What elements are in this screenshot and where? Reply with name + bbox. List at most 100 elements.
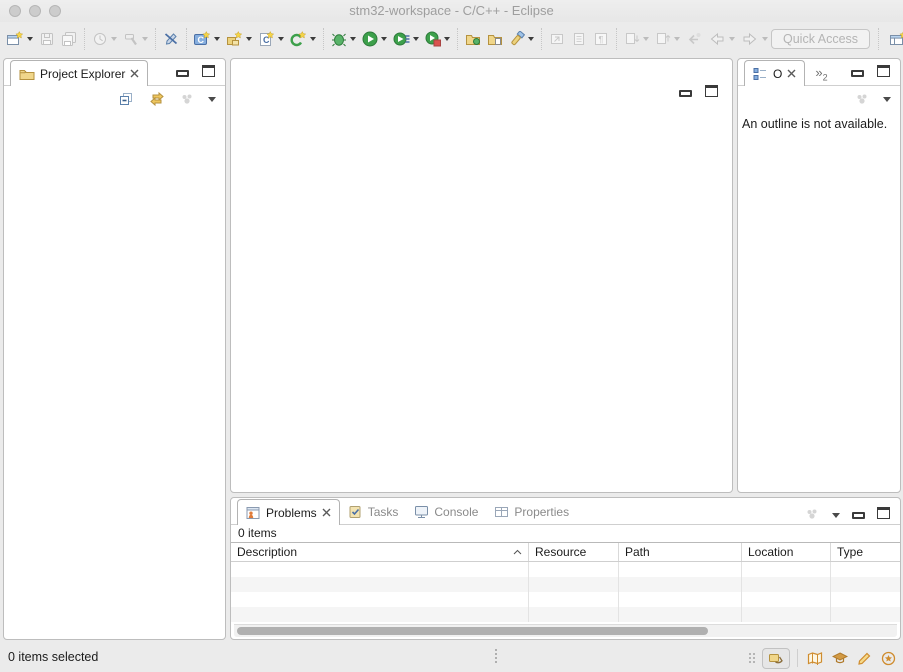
link-with-editor-button[interactable] bbox=[148, 90, 166, 108]
window-arrow-icon bbox=[549, 31, 565, 47]
run-button[interactable] bbox=[360, 29, 389, 49]
open-element-button[interactable] bbox=[463, 29, 483, 49]
statusbar-right-grip[interactable] bbox=[749, 653, 755, 663]
map-button[interactable] bbox=[806, 650, 824, 667]
new-makefile-project-icon bbox=[226, 31, 243, 47]
outline-panel: O »2 An outline is not available. bbox=[737, 58, 901, 493]
close-tab-icon[interactable] bbox=[322, 508, 331, 517]
open-resource-button[interactable] bbox=[485, 29, 505, 49]
new-wizard-button[interactable] bbox=[5, 29, 35, 49]
window-arrow-button bbox=[547, 29, 567, 49]
svg-text:¶: ¶ bbox=[599, 35, 604, 45]
open-element-icon bbox=[465, 31, 481, 47]
pencil-slash-button[interactable] bbox=[161, 29, 181, 49]
tab-problems[interactable]: Problems bbox=[237, 499, 340, 525]
tab-outline[interactable]: O bbox=[744, 60, 805, 86]
tab-console[interactable]: Console bbox=[406, 499, 486, 524]
external-tools-button[interactable] bbox=[423, 29, 452, 49]
horizontal-scrollbar-thumb[interactable] bbox=[237, 627, 708, 635]
pilcrow-icon: ¶ bbox=[593, 31, 609, 47]
debug-button[interactable] bbox=[329, 29, 358, 49]
collapse-all-button[interactable] bbox=[117, 90, 135, 108]
quick-access-input[interactable]: Quick Access bbox=[771, 29, 870, 49]
previous-annotation-icon bbox=[655, 31, 671, 47]
toolbar-separator bbox=[155, 28, 156, 50]
minimize-editor-button[interactable] bbox=[679, 90, 692, 97]
tab-tasks[interactable]: Tasks bbox=[340, 499, 407, 524]
save-button bbox=[37, 29, 57, 49]
hand-tag-button[interactable] bbox=[762, 648, 790, 669]
column-header-resource[interactable]: Resource bbox=[529, 543, 619, 561]
tasks-icon bbox=[348, 505, 363, 519]
project-explorer-panel: Project Explorer bbox=[3, 58, 226, 640]
filters-dots-icon bbox=[804, 506, 820, 522]
outline-icon bbox=[753, 67, 768, 81]
profile-button[interactable] bbox=[391, 29, 421, 49]
outline-tabrow: O »2 bbox=[738, 59, 900, 86]
save-all-button bbox=[59, 29, 79, 49]
search-flashlight-icon bbox=[509, 31, 525, 47]
table-row bbox=[231, 577, 900, 592]
close-tab-icon[interactable] bbox=[787, 69, 796, 78]
outline-toolbar bbox=[738, 86, 900, 112]
minimize-view-button[interactable] bbox=[852, 512, 865, 519]
minimize-view-button[interactable] bbox=[176, 70, 189, 77]
dropdown-caret bbox=[27, 37, 33, 41]
minimize-view-button[interactable] bbox=[851, 70, 864, 77]
external-tools-icon bbox=[425, 31, 441, 47]
problems-table-body bbox=[231, 562, 900, 622]
maximize-view-button[interactable] bbox=[202, 65, 215, 77]
next-annotation-icon bbox=[624, 31, 640, 47]
new-c-project-button[interactable]: C bbox=[192, 29, 222, 49]
save-all-icon bbox=[61, 31, 77, 47]
maximize-view-button[interactable] bbox=[877, 65, 890, 77]
dropdown-caret bbox=[729, 37, 735, 41]
column-header-path[interactable]: Path bbox=[619, 543, 742, 561]
graduation-cap-button[interactable] bbox=[831, 650, 849, 667]
table-row bbox=[231, 592, 900, 607]
view-menu-button[interactable] bbox=[883, 97, 891, 102]
column-header-location[interactable]: Location bbox=[742, 543, 831, 561]
last-edit-location-button bbox=[684, 29, 704, 49]
tab-project-explorer[interactable]: Project Explorer bbox=[10, 60, 148, 86]
project-explorer-toolbar bbox=[4, 86, 225, 112]
back-arrow-icon bbox=[708, 31, 726, 47]
new-makefile-project-button[interactable] bbox=[224, 29, 254, 49]
new-c-source-file-button[interactable]: C bbox=[256, 29, 286, 49]
new-class-button[interactable] bbox=[288, 29, 318, 49]
hidden-tabs-chevron[interactable]: »2 bbox=[815, 65, 827, 83]
open-resource-icon bbox=[487, 31, 503, 47]
window-title: stm32-workspace - C/C++ - Eclipse bbox=[0, 0, 903, 22]
column-header-description[interactable]: Description bbox=[231, 543, 529, 561]
view-menu-button[interactable] bbox=[832, 513, 840, 518]
filters-dots-icon bbox=[854, 91, 870, 107]
project-explorer-tabrow: Project Explorer bbox=[4, 59, 225, 86]
toolbar-separator bbox=[457, 28, 458, 50]
dropdown-caret bbox=[444, 37, 450, 41]
dropdown-caret bbox=[278, 37, 284, 41]
search-button[interactable] bbox=[507, 29, 536, 49]
pencil-button[interactable] bbox=[856, 650, 873, 667]
toolbar-separator bbox=[323, 28, 324, 50]
filters-dots-icon bbox=[179, 91, 195, 107]
column-header-type[interactable]: Type bbox=[831, 543, 900, 561]
project-explorer-body[interactable] bbox=[4, 112, 225, 632]
previous-annotation-button bbox=[653, 29, 682, 49]
dropdown-caret bbox=[674, 37, 680, 41]
horizontal-scrollbar[interactable] bbox=[234, 624, 897, 637]
view-menu-button[interactable] bbox=[208, 97, 216, 102]
new-c-source-file-icon: C bbox=[258, 31, 275, 47]
dropdown-caret bbox=[214, 37, 220, 41]
maximize-editor-button[interactable] bbox=[705, 85, 718, 97]
circle-star-button[interactable] bbox=[880, 650, 897, 667]
tab-properties[interactable]: Properties bbox=[486, 499, 577, 524]
editor-area-panel[interactable] bbox=[230, 58, 733, 493]
close-tab-icon[interactable] bbox=[130, 69, 139, 78]
problems-summary: 0 items bbox=[231, 525, 900, 543]
build-button bbox=[121, 29, 150, 49]
open-perspective-button[interactable] bbox=[886, 27, 903, 51]
maximize-view-button[interactable] bbox=[877, 507, 890, 519]
dropdown-caret bbox=[350, 37, 356, 41]
statusbar-grip[interactable] bbox=[495, 649, 497, 663]
dropdown-caret bbox=[762, 37, 768, 41]
